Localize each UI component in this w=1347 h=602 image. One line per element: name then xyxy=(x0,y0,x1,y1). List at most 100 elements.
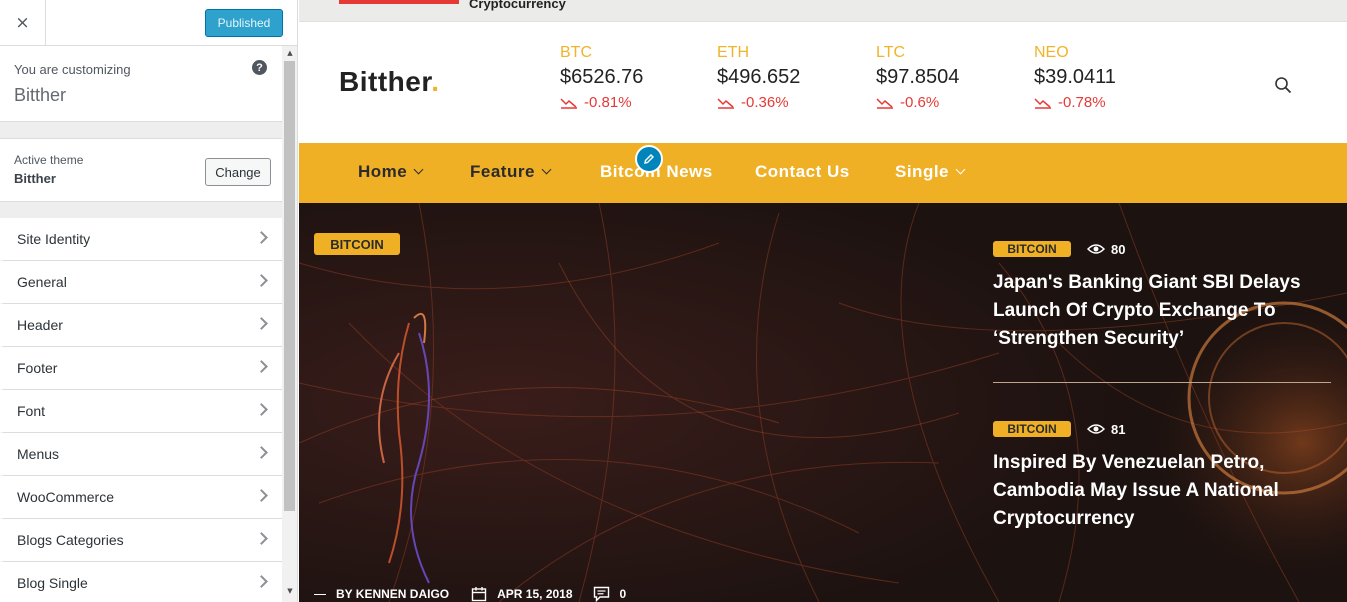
panel-label: Header xyxy=(17,317,63,333)
help-icon[interactable]: ? xyxy=(252,60,267,75)
panel-header[interactable]: Header xyxy=(0,304,282,347)
views-value: 80 xyxy=(1111,241,1126,257)
hero-post-meta: BY KENNEN DAIGO APR 15, 2018 0 xyxy=(314,586,626,602)
category-badge[interactable]: BITCOIN xyxy=(993,241,1071,257)
customizing-label: You are customizing xyxy=(14,62,131,77)
ticker-change: -0.81% xyxy=(560,94,710,111)
main-nav: Home Feature Bitcoin News Contact Us Sin… xyxy=(299,143,1347,203)
red-accent-bar xyxy=(339,0,459,4)
panel-blog-single[interactable]: Blog Single xyxy=(0,562,282,602)
chevron-right-icon xyxy=(255,532,268,545)
trend-down-icon xyxy=(717,97,734,109)
close-customizer-button[interactable]: × xyxy=(0,0,46,46)
nav-item-feature[interactable]: Feature xyxy=(470,162,552,182)
post-divider xyxy=(993,382,1331,383)
eye-icon xyxy=(1087,424,1105,434)
chevron-right-icon xyxy=(255,403,268,416)
ticker-change-value: -0.81% xyxy=(584,94,632,111)
chevron-right-icon xyxy=(255,231,268,244)
chevron-down-icon xyxy=(413,164,424,175)
site-preview: Cryptocurrency Bitther. BTC $6526.76 -0.… xyxy=(299,0,1347,602)
site-logo[interactable]: Bitther. xyxy=(339,66,439,98)
panel-site-identity[interactable]: Site Identity xyxy=(0,218,282,261)
ticker-change: -0.36% xyxy=(717,94,867,111)
calendar-icon xyxy=(471,587,487,602)
ticker-change-value: -0.78% xyxy=(1058,94,1106,111)
side-post-meta: BITCOIN 80 xyxy=(993,239,1333,259)
chevron-down-icon xyxy=(955,164,966,175)
meta-dash xyxy=(314,593,326,595)
customizer-panel-list: Site Identity General Header Footer Font… xyxy=(0,218,282,602)
logo-dot: . xyxy=(431,66,440,97)
trend-down-icon xyxy=(876,97,893,109)
side-post-meta: BITCOIN 81 xyxy=(993,419,1333,439)
ticker-neo: NEO $39.0411 -0.78% xyxy=(1034,44,1184,111)
panel-label: Footer xyxy=(17,360,58,376)
ticker-change-value: -0.6% xyxy=(900,94,940,111)
customizer-sidebar: × Published You are customizing Bitther … xyxy=(0,0,298,602)
panel-label: Blogs Categories xyxy=(17,532,124,548)
views-count: 81 xyxy=(1087,422,1125,437)
chevron-right-icon xyxy=(255,317,268,330)
scroll-up-arrow-icon[interactable]: ▲ xyxy=(282,46,297,60)
trend-down-icon xyxy=(1034,97,1051,109)
sidebar-scrollbar-thumb[interactable] xyxy=(284,61,295,511)
category-badge[interactable]: BITCOIN xyxy=(993,421,1071,437)
hero-category-badge[interactable]: BITCOIN xyxy=(314,233,400,255)
active-theme-name: Bitther xyxy=(14,171,56,186)
panel-label: Font xyxy=(17,403,46,419)
panel-blogs-categories[interactable]: Blogs Categories xyxy=(0,519,282,562)
ticker-ltc: LTC $97.8504 -0.6% xyxy=(876,44,1026,111)
nav-label: Contact Us xyxy=(755,162,850,181)
panel-font[interactable]: Font xyxy=(0,390,282,433)
ticker-btc: BTC $6526.76 -0.81% xyxy=(560,44,710,111)
panel-label: General xyxy=(17,274,67,290)
ticker-change-value: -0.36% xyxy=(741,94,789,111)
site-title: Bitther xyxy=(14,85,67,105)
views-value: 81 xyxy=(1111,421,1126,437)
nav-item-home[interactable]: Home xyxy=(358,162,424,182)
site-header: Bitther. BTC $6526.76 -0.81% ETH $496.65… xyxy=(299,22,1347,143)
panel-general[interactable]: General xyxy=(0,261,282,304)
panel-footer[interactable]: Footer xyxy=(0,347,282,390)
publish-button[interactable]: Published xyxy=(205,9,283,37)
nav-label: Home xyxy=(358,162,408,181)
hero-featured-post[interactable]: BITCOIN BITCOIN 80 Japan's Banking Giant… xyxy=(299,203,1347,602)
search-icon[interactable] xyxy=(1274,76,1292,94)
top-ticker-strip: Cryptocurrency xyxy=(299,0,1347,22)
panel-label: Site Identity xyxy=(17,231,91,247)
edit-shortcut-pencil-icon[interactable] xyxy=(635,145,663,173)
trend-down-icon xyxy=(560,97,577,109)
nav-item-single[interactable]: Single xyxy=(895,162,966,182)
views-count: 80 xyxy=(1087,242,1125,257)
ticker-price: $6526.76 xyxy=(560,66,644,88)
comment-count[interactable]: 0 xyxy=(620,587,627,601)
panel-woocommerce[interactable]: WooCommerce xyxy=(0,476,282,519)
chevron-right-icon xyxy=(255,575,268,588)
panel-label: Blog Single xyxy=(17,575,88,591)
ticker-symbol: BTC xyxy=(560,44,592,61)
post-author[interactable]: BY KENNEN DAIGO xyxy=(336,587,449,601)
chevron-right-icon xyxy=(255,360,268,373)
comment-icon xyxy=(593,586,609,602)
nav-item-contact-us[interactable]: Contact Us xyxy=(755,162,850,182)
ticker-change: -0.78% xyxy=(1034,94,1184,111)
side-post[interactable]: BITCOIN 81 Inspired By Venezuelan Petro,… xyxy=(993,419,1333,533)
side-post-title[interactable]: Japan's Banking Giant SBI Delays Launch … xyxy=(993,269,1333,353)
ticker-price: $97.8504 xyxy=(876,66,960,88)
active-theme-label: Active theme xyxy=(14,153,84,167)
side-post[interactable]: BITCOIN 80 Japan's Banking Giant SBI Del… xyxy=(993,239,1333,353)
panel-label: Menus xyxy=(17,446,60,462)
ticker-price: $39.0411 xyxy=(1034,66,1116,88)
ticker-eth: ETH $496.652 -0.36% xyxy=(717,44,867,111)
scroll-down-arrow-icon[interactable]: ▼ xyxy=(282,584,297,598)
top-strip-text[interactable]: Cryptocurrency xyxy=(469,0,566,11)
change-theme-button[interactable]: Change xyxy=(205,158,271,186)
ticker-symbol: LTC xyxy=(876,44,906,61)
side-post-title[interactable]: Inspired By Venezuelan Petro, Cambodia M… xyxy=(993,449,1333,533)
ticker-change: -0.6% xyxy=(876,94,1026,111)
panel-menus[interactable]: Menus xyxy=(0,433,282,476)
post-date: APR 15, 2018 xyxy=(497,587,573,601)
chevron-right-icon xyxy=(255,489,268,502)
ticker-price: $496.652 xyxy=(717,66,801,88)
